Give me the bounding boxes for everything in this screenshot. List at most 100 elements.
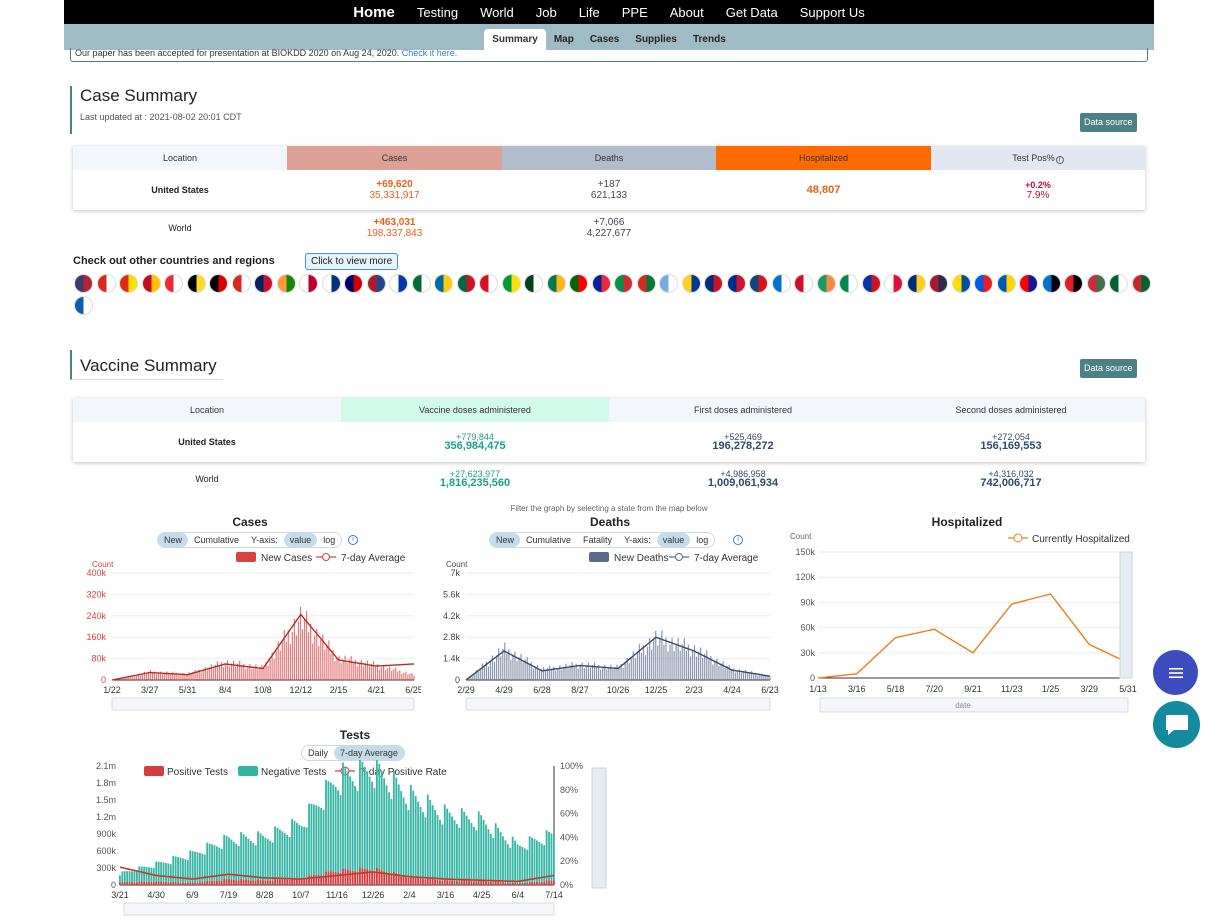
thailand-flag-icon[interactable] <box>929 274 948 293</box>
nav-get-data[interactable]: Get Data <box>726 5 778 20</box>
toggle-cumulative[interactable]: Cumulative <box>188 533 245 547</box>
table-row[interactable]: United States +69,620 35,331,917 +187 621,… <box>73 170 1145 210</box>
croatia-flag-icon[interactable] <box>1019 274 1038 293</box>
nav-life[interactable]: Life <box>579 5 600 20</box>
nav-world[interactable]: World <box>480 5 514 20</box>
brazil-flag-icon[interactable] <box>501 274 521 293</box>
tab-supplies[interactable]: Supplies <box>627 29 685 50</box>
bolivia-flag-icon[interactable] <box>636 274 656 293</box>
toggle-daily[interactable]: Daily <box>302 746 334 760</box>
vaccine-world-row[interactable]: World +27,623,977 1,816,235,560 +4,986,95… <box>73 466 1145 492</box>
tab-cases[interactable]: Cases <box>582 29 627 50</box>
toggle-value[interactable]: value <box>283 533 318 547</box>
toggle-7day[interactable]: 7-day Average <box>334 746 404 760</box>
costa-rica-flag-icon[interactable] <box>704 274 723 293</box>
estonia-flag-icon[interactable] <box>1041 274 1061 293</box>
argentina-flag-icon[interactable] <box>659 274 678 293</box>
tab-map[interactable]: Map <box>546 29 582 50</box>
tab-trends[interactable]: Trends <box>685 29 734 50</box>
belgium-flag-icon[interactable] <box>186 274 206 293</box>
morocco-flag-icon[interactable] <box>1131 274 1151 293</box>
toggle-new[interactable]: New <box>490 533 521 547</box>
toggle-cumulative[interactable]: Cumulative <box>520 533 577 547</box>
info-icon[interactable]: i <box>1055 155 1064 164</box>
romania-flag-icon[interactable] <box>906 274 926 293</box>
saudi-flag-icon[interactable] <box>411 274 431 293</box>
deaths-chart[interactable]: New Deaths 7-day AverageCount7k5.6k4.2k2.… <box>434 548 779 713</box>
toggle-log[interactable]: log <box>690 533 714 547</box>
switzerland-flag-icon[interactable] <box>231 274 251 293</box>
nav-ppe[interactable]: PPE <box>622 5 648 20</box>
table-row[interactable]: United States +779,844 356,984,475 +525,4… <box>73 422 1145 462</box>
deaths-toggle[interactable]: New Cumulative Fatality Y-axis: value log <box>489 532 716 548</box>
toggle-value[interactable]: value <box>656 533 691 547</box>
nav-testing[interactable]: Testing <box>417 5 458 20</box>
south-africa-flag-icon[interactable] <box>546 274 566 293</box>
hospitalized-chart[interactable]: Currently Hospitalized Count 150k 120k 90k 60… <box>786 528 1146 713</box>
japan-flag-icon[interactable] <box>299 274 318 293</box>
tab-summary[interactable]: Summary <box>484 29 546 50</box>
cases-toggle[interactable]: New Cumulative Y-axis: value log <box>157 532 343 548</box>
nigeria-flag-icon[interactable] <box>839 274 858 293</box>
ecuador-flag-icon[interactable] <box>951 274 971 293</box>
albania-flag-icon[interactable] <box>1064 274 1083 293</box>
data-bar <box>628 663 630 680</box>
ukraine-flag-icon[interactable] <box>996 274 1016 293</box>
positive-bar <box>247 879 250 885</box>
paper-link[interactable]: Check it here. <box>402 48 458 58</box>
uk-flag-icon[interactable] <box>254 274 273 293</box>
honduras-flag-icon[interactable] <box>771 274 791 293</box>
sweden-flag-icon[interactable] <box>434 274 453 293</box>
france-flag-icon[interactable] <box>591 274 611 293</box>
negative-bar <box>468 819 470 881</box>
indonesia-flag-icon[interactable] <box>794 274 813 293</box>
russia-flag-icon[interactable] <box>389 274 408 293</box>
philippines-flag-icon[interactable] <box>861 274 881 293</box>
hungary-flag-icon[interactable] <box>1086 274 1106 293</box>
nav-about[interactable]: About <box>670 5 704 20</box>
info-icon[interactable]: i <box>733 535 743 545</box>
tests-chart[interactable]: Positive Tests Negative Tests 7-day Positi… <box>78 760 618 920</box>
toggle-new[interactable]: New <box>158 533 189 547</box>
negative-bar <box>402 797 405 876</box>
cuba-flag-icon[interactable] <box>726 274 746 293</box>
tests-toggle[interactable]: Daily 7-day Average <box>301 745 405 761</box>
toggle-log[interactable]: log <box>317 533 341 547</box>
canada-flag-icon[interactable] <box>96 274 116 293</box>
korea-flag-icon[interactable] <box>321 274 341 293</box>
italy-flag-icon[interactable] <box>614 274 633 293</box>
peru-flag-icon[interactable] <box>479 274 498 293</box>
toggle-fatality[interactable]: Fatality <box>577 533 618 547</box>
case-data-source-button[interactable]: Data source <box>1080 113 1137 132</box>
algeria-flag-icon[interactable] <box>1109 274 1128 293</box>
greece-flag-icon[interactable] <box>74 296 93 315</box>
view-more-button[interactable]: Click to view more <box>305 253 399 270</box>
austria-flag-icon[interactable] <box>164 274 183 293</box>
nav-job[interactable]: Job <box>536 5 557 20</box>
nav-home[interactable]: Home <box>353 4 395 21</box>
spain-flag-icon[interactable] <box>141 274 161 293</box>
nav-support-us[interactable]: Support Us <box>800 5 865 20</box>
poland-flag-icon[interactable] <box>884 274 903 293</box>
netherlands-flag-icon[interactable] <box>366 274 386 293</box>
china-flag-icon[interactable] <box>119 274 138 293</box>
info-icon[interactable]: i <box>348 535 358 545</box>
pakistan-flag-icon[interactable] <box>524 274 543 293</box>
mexico-flag-icon[interactable] <box>456 274 476 293</box>
vaccine-data-source-button[interactable]: Data source <box>1080 359 1137 378</box>
slovenia-flag-icon[interactable] <box>974 274 993 293</box>
usa-flag-icon[interactable] <box>74 274 93 293</box>
ireland-flag-icon[interactable] <box>816 274 836 293</box>
colombia-flag-icon[interactable] <box>681 274 701 293</box>
negative-bar <box>509 847 512 884</box>
cases-chart[interactable]: New Cases 7-day AverageCount400k320k240k1… <box>76 548 421 713</box>
menu-icon[interactable] <box>1153 650 1198 695</box>
portugal-flag-icon[interactable] <box>569 274 588 293</box>
czech-flag-icon[interactable] <box>749 274 768 293</box>
data-bar <box>689 656 692 680</box>
malaysia-flag-icon[interactable] <box>344 274 363 293</box>
case-world-row[interactable]: World +463,031 198,337,843 +7,066 4,227,67… <box>73 214 1145 242</box>
chat-icon[interactable] <box>1153 701 1200 748</box>
germany-flag-icon[interactable] <box>209 274 228 293</box>
india-flag-icon[interactable] <box>276 274 296 293</box>
